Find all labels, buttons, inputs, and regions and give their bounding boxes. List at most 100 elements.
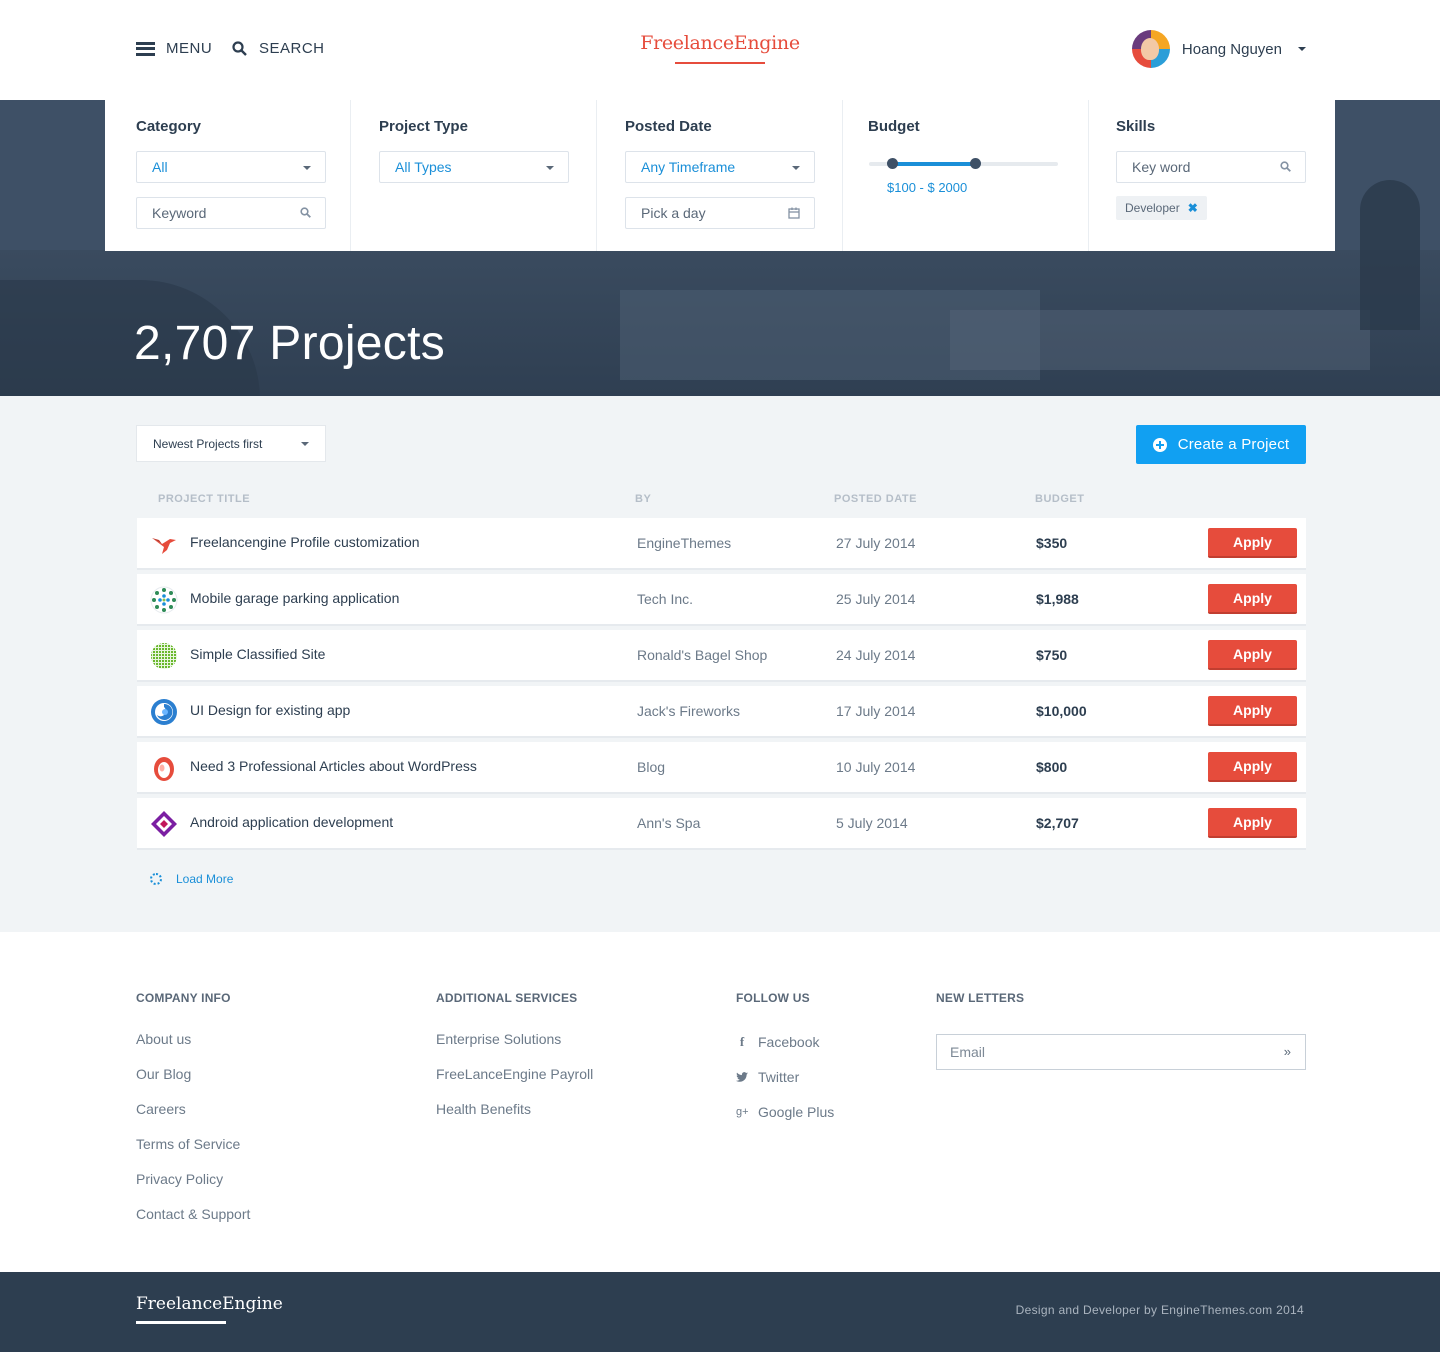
budget-slider-max-handle[interactable] [969, 158, 981, 169]
project-owner: Ronald's Bagel Shop [637, 647, 768, 663]
footer-logo-underline [136, 1321, 226, 1324]
hamburger-icon [136, 41, 155, 56]
facebook-icon: f [739, 1034, 745, 1049]
footer-link-terms[interactable]: Terms of Service [136, 1136, 240, 1152]
project-budget: $1,988 [1036, 591, 1079, 607]
calendar-icon [788, 207, 800, 219]
footer-link-privacy[interactable]: Privacy Policy [136, 1171, 223, 1187]
table-row[interactable]: Need 3 Professional Articles about WordP… [137, 742, 1306, 794]
filter-panel: Category All Keyword Project Type All Ty… [105, 100, 1335, 251]
project-posted-date: 10 July 2014 [836, 759, 916, 775]
project-title[interactable]: Mobile garage parking application [190, 590, 399, 606]
table-row[interactable]: Simple Classified Site Ronald's Bagel Sho… [137, 630, 1306, 682]
project-budget: $800 [1036, 759, 1068, 775]
date-picker-input[interactable]: Pick a day [625, 197, 815, 229]
facebook-label: Facebook [758, 1034, 820, 1050]
apply-button[interactable]: Apply [1208, 752, 1297, 782]
logo-underline [675, 62, 765, 64]
project-title[interactable]: Need 3 Professional Articles about WordP… [190, 758, 477, 774]
project-title[interactable]: Simple Classified Site [190, 646, 325, 662]
skill-tag-label: Developer [1125, 201, 1180, 215]
footer-link-about[interactable]: About us [136, 1031, 191, 1047]
filter-category: Category All Keyword [105, 100, 351, 251]
site-header: MENU SEARCH FreelanceEngine Hoang Nguyen [0, 0, 1440, 100]
project-owner: Jack's Fireworks [637, 703, 741, 719]
chevron-down-icon [303, 166, 311, 170]
project-title[interactable]: Android application development [190, 814, 393, 830]
site-logo[interactable]: FreelanceEngine [620, 32, 820, 54]
project-owner: Blog [637, 759, 666, 775]
filter-posted-date: Posted Date Any Timeframe Pick a day [597, 100, 843, 251]
table-row[interactable]: UI Design for existing app Jack's Firewor… [137, 686, 1306, 738]
footer-logo[interactable]: FreelanceEngine [136, 1294, 283, 1314]
twitter-label: Twitter [758, 1069, 800, 1085]
remove-tag-icon[interactable]: ✖ [1188, 201, 1198, 215]
search-label: SEARCH [259, 40, 325, 57]
load-more-label: Load More [176, 872, 234, 886]
project-posted-date: 17 July 2014 [836, 703, 916, 719]
category-select[interactable]: All [136, 151, 326, 183]
filter-skills-label: Skills [1116, 118, 1156, 135]
table-row[interactable]: Mobile garage parking application Tech In… [137, 574, 1306, 626]
double-chevron-right-icon[interactable]: » [1284, 1044, 1291, 1059]
user-menu[interactable]: Hoang Nguyen [1131, 30, 1306, 68]
footer-link-twitter[interactable]: Twitter [736, 1069, 799, 1085]
footer-link-blog[interactable]: Our Blog [136, 1066, 191, 1082]
chevron-down-icon [792, 166, 800, 170]
apply-button[interactable]: Apply [1208, 528, 1297, 558]
category-keyword-input[interactable]: Keyword [136, 197, 326, 229]
footer-link-health[interactable]: Health Benefits [436, 1101, 531, 1117]
filter-project-type: Project Type All Types [351, 100, 597, 251]
hero-background-shape [950, 310, 1370, 370]
apply-button[interactable]: Apply [1208, 696, 1297, 726]
newsletter-email-input[interactable]: Email » [936, 1034, 1306, 1070]
budget-slider[interactable] [869, 158, 1058, 169]
filter-budget-label: Budget [868, 118, 920, 135]
load-more-button[interactable]: Load More [150, 872, 233, 886]
site-footer: COMPANY INFO About us Our Blog Careers T… [0, 932, 1440, 1272]
footer-link-payroll[interactable]: FreeLanceEngine Payroll [436, 1066, 593, 1082]
footer-heading-follow: FOLLOW US [736, 991, 810, 1005]
filter-budget: Budget $100 - $ 2000 [843, 100, 1089, 251]
project-listing: Newest Projects first Create a Project P… [0, 396, 1440, 932]
create-project-button[interactable]: Create a Project [1136, 425, 1306, 464]
project-title[interactable]: Freelancengine Profile customization [190, 534, 420, 550]
apply-button[interactable]: Apply [1208, 584, 1297, 614]
table-row[interactable]: Freelancengine Profile customization Engi… [137, 518, 1306, 570]
menu-button[interactable]: MENU [136, 40, 212, 57]
budget-slider-min-handle[interactable] [886, 158, 898, 169]
hummingbird-logo-icon [150, 530, 178, 558]
sort-select[interactable]: Newest Projects first [136, 425, 326, 462]
search-icon [1280, 161, 1291, 172]
column-header-budget: BUDGET [1035, 493, 1085, 505]
project-owner: EngineThemes [637, 535, 732, 551]
project-type-select[interactable]: All Types [379, 151, 569, 183]
filter-posted-date-label: Posted Date [625, 118, 712, 135]
column-header-by: BY [635, 493, 652, 505]
footer-link-careers[interactable]: Careers [136, 1101, 186, 1117]
create-project-label: Create a Project [1177, 436, 1290, 453]
timeframe-select[interactable]: Any Timeframe [625, 151, 815, 183]
column-header-title: PROJECT TITLE [158, 493, 251, 505]
loading-spinner-icon [150, 873, 162, 885]
menu-label: MENU [166, 40, 213, 57]
blue-swirl-logo-icon [150, 698, 178, 726]
skills-keyword-placeholder: Key word [1132, 159, 1191, 175]
project-budget: $2,707 [1036, 815, 1079, 831]
apply-button[interactable]: Apply [1208, 640, 1297, 670]
page-title: 2,707 Projects [134, 317, 446, 370]
date-picker-placeholder: Pick a day [641, 205, 706, 221]
footer-link-facebook[interactable]: f Facebook [736, 1034, 820, 1050]
chevron-down-icon [1298, 47, 1306, 51]
footer-link-contact[interactable]: Contact & Support [136, 1206, 250, 1222]
search-icon [232, 41, 247, 56]
footer-link-google-plus[interactable]: g+ Google Plus [736, 1104, 834, 1120]
google-plus-label: Google Plus [758, 1104, 835, 1120]
skills-keyword-input[interactable]: Key word [1116, 151, 1306, 183]
project-title[interactable]: UI Design for existing app [190, 702, 350, 718]
avatar [1131, 30, 1170, 68]
table-row[interactable]: Android application development Ann's Spa… [137, 798, 1306, 850]
apply-button[interactable]: Apply [1208, 808, 1297, 838]
search-button[interactable]: SEARCH [232, 40, 325, 57]
footer-link-enterprise[interactable]: Enterprise Solutions [436, 1031, 561, 1047]
